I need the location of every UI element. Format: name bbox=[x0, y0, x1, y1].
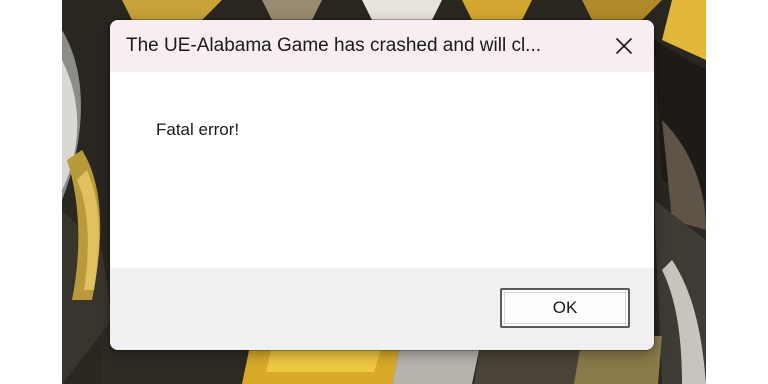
screen: The UE-Alabama Game has crashed and will… bbox=[0, 0, 768, 384]
ok-button-label: OK bbox=[552, 298, 578, 317]
crash-dialog: The UE-Alabama Game has crashed and will… bbox=[110, 20, 654, 350]
ok-button[interactable]: OK bbox=[500, 288, 630, 328]
dialog-titlebar[interactable]: The UE-Alabama Game has crashed and will… bbox=[110, 20, 654, 72]
error-message: Fatal error! bbox=[156, 120, 240, 139]
close-icon bbox=[615, 37, 633, 55]
dialog-footer: OK bbox=[110, 268, 654, 350]
dialog-content: Fatal error! bbox=[110, 72, 654, 268]
close-button[interactable] bbox=[602, 26, 646, 66]
dialog-title: The UE-Alabama Game has crashed and will… bbox=[126, 35, 542, 56]
